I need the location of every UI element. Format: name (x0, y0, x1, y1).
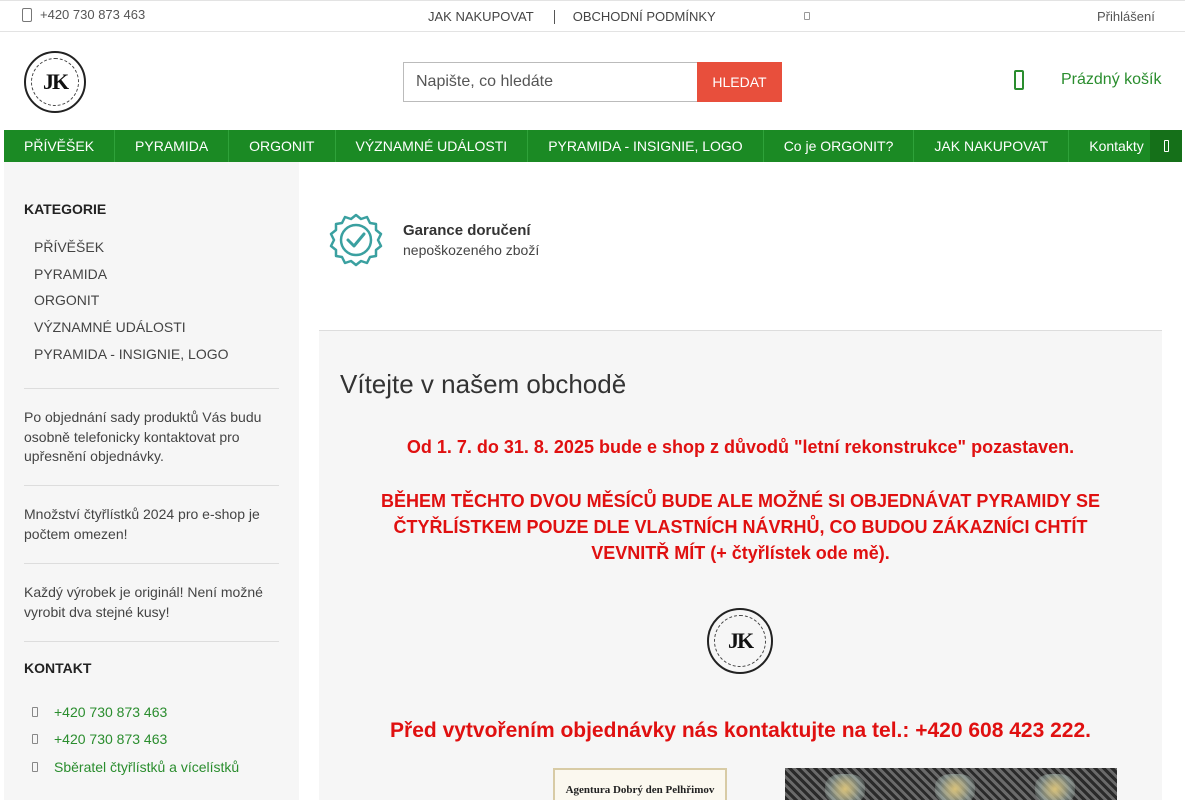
contact-item-phone[interactable]: +420 730 873 463 (32, 698, 239, 726)
certificate-image[interactable]: Agentura Dobrý den Pelhřimov (553, 768, 727, 800)
sidebar-divider (24, 485, 279, 486)
sidebar-divider (24, 563, 279, 564)
nav-item-pyramid[interactable]: PYRAMIDA (115, 130, 230, 162)
notice-contact-phone: Před vytvořením objednávky nás kontaktuj… (390, 719, 1091, 742)
contact-collector-link: Sběratel čtyřlístků a vícelístků (54, 758, 240, 775)
nav-item-pendant[interactable]: PŘÍVĚŠEK (4, 130, 116, 162)
nav-item-orgonite[interactable]: ORGONIT (229, 130, 336, 162)
phone-icon (32, 734, 38, 745)
contact-phone-1: +420 730 873 463 (54, 703, 168, 720)
contact-phone-2: +420 730 873 463 (54, 731, 168, 748)
top-phone-number: +420 730 873 463 (40, 7, 146, 22)
nav-more-toggle[interactable] (1150, 130, 1182, 162)
sidebar-note-order: Po objednání sady produktů Vás budu osob… (24, 409, 262, 464)
top-phone[interactable]: +420 730 873 463 (22, 7, 145, 22)
photo-highlight (1035, 774, 1075, 800)
content-logo: JK (707, 608, 773, 674)
phone-icon (32, 706, 38, 717)
login-link[interactable]: Přihlášení (1097, 9, 1155, 24)
category-item-pyramid-logo[interactable]: PYRAMIDA - INSIGNIE, LOGO (34, 346, 228, 373)
photo-highlight (825, 774, 865, 800)
logo-ring (31, 58, 79, 106)
top-link-how-to-buy[interactable]: JAK NAKUPOVAT (428, 9, 534, 24)
welcome-section: Vítejte v našem obchodě Od 1. 7. do 31. … (319, 330, 1162, 800)
search-input[interactable] (403, 62, 697, 102)
pyramid-photo[interactable] (785, 768, 1117, 800)
nav-item-events[interactable]: VÝZNAMNÉ UDÁLOSTI (336, 130, 529, 162)
sidebar: KATEGORIE PŘÍVĚŠEK PYRAMIDA ORGONIT VÝZN… (4, 162, 299, 800)
categories-heading: KATEGORIE (24, 201, 107, 217)
badge-check-icon (329, 213, 383, 267)
certificate-caption: Agentura Dobrý den Pelhřimov (565, 784, 715, 796)
notice-reconstruction: Od 1. 7. do 31. 8. 2025 bude e shop z dů… (406, 437, 1075, 457)
notice-pyramid-orders: BĚHEM TĚCHTO DVOU MĚSÍCŮ BUDE ALE MOŽNÉ … (380, 491, 1101, 563)
link-icon (32, 761, 38, 772)
site-logo[interactable]: JK (24, 51, 86, 113)
guarantee-text: Garance doručení nepoškozeného zboží (403, 222, 539, 258)
contact-item-phone[interactable]: +420 730 873 463 (32, 726, 239, 754)
sidebar-note-original: Každý výrobek je originál! Není možné vy… (24, 584, 263, 620)
nav-item-contacts[interactable]: Kontakty (1069, 130, 1151, 162)
category-item-events[interactable]: VÝZNAMNÉ UDÁLOSTI (34, 319, 228, 346)
cart-icon (1014, 70, 1024, 90)
cart-label: Prázdný košík (1061, 71, 1162, 88)
sidebar-note-quantity: Množství čtyřlístků 2024 pro e-shop je p… (24, 506, 260, 542)
top-links: JAK NAKUPOVAT OBCHODNÍ PODMÍNKY (428, 9, 716, 24)
menu-toggle-icon (1163, 140, 1169, 152)
guarantee-subtitle: nepoškozeného zboží (403, 242, 540, 258)
contact-item-collector[interactable]: Sběratel čtyřlístků a vícelístků (32, 753, 239, 781)
top-links-divider (553, 9, 555, 24)
category-item-orgonite[interactable]: ORGONIT (34, 292, 228, 319)
logo-ring (714, 615, 766, 667)
header: JK HLEDAT Prázdný košík (0, 32, 1185, 130)
category-item-pendant[interactable]: PŘÍVĚŠEK (34, 239, 228, 266)
welcome-title: Vítejte v našem obchodě (340, 369, 627, 399)
nav-item-what-is-orgonite[interactable]: Co je ORGONIT? (764, 130, 915, 162)
category-list: PŘÍVĚŠEK PYRAMIDA ORGONIT VÝZNAMNÉ UDÁLO… (34, 239, 228, 372)
search-button[interactable]: HLEDAT (697, 62, 782, 102)
top-link-terms[interactable]: OBCHODNÍ PODMÍNKY (573, 9, 716, 24)
delivery-guarantee: Garance doručení nepoškozeného zboží (328, 212, 539, 268)
photo-highlight (935, 774, 975, 800)
nav-item-how-to-buy[interactable]: JAK NAKUPOVAT (914, 130, 1070, 162)
contact-heading: KONTAKT (24, 660, 92, 676)
contact-list: +420 730 873 463 +420 730 873 463 Sběrat… (32, 698, 239, 781)
more-links-icon[interactable] (804, 12, 810, 20)
cart[interactable]: Prázdný košík (1014, 70, 1161, 90)
main-nav: PŘÍVĚŠEK PYRAMIDA ORGONIT VÝZNAMNÉ UDÁLO… (4, 130, 1182, 162)
nav-item-pyramid-logo[interactable]: PYRAMIDA - INSIGNIE, LOGO (528, 130, 764, 162)
sidebar-divider (24, 641, 279, 642)
top-bar: +420 730 873 463 JAK NAKUPOVAT OBCHODNÍ … (0, 0, 1185, 32)
sidebar-divider (24, 388, 279, 389)
search-form: HLEDAT (403, 62, 782, 102)
category-item-pyramid[interactable]: PYRAMIDA (34, 266, 228, 293)
guarantee-title: Garance doručení (403, 222, 531, 239)
phone-icon (22, 7, 32, 22)
